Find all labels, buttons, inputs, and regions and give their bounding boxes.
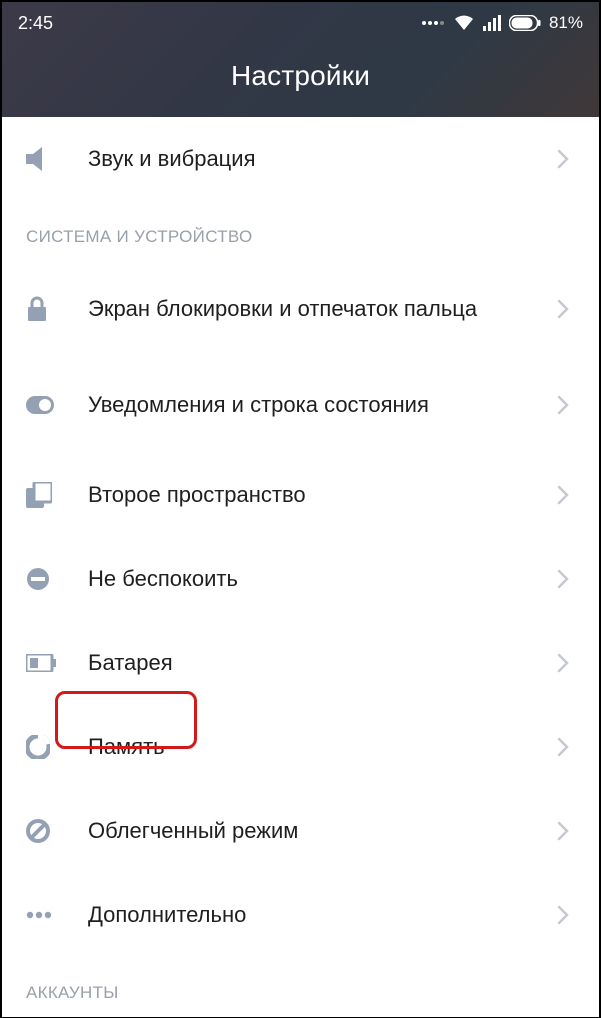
row-label: Облегченный режим — [70, 817, 551, 845]
wifi-icon — [453, 15, 475, 31]
settings-list[interactable]: Звук и вибрация СИСТЕМА И УСТРОЙСТВО Экр… — [2, 117, 599, 1017]
chevron-right-icon — [551, 485, 575, 505]
row-label: Не беспокоить — [70, 565, 551, 593]
chevron-right-icon — [551, 149, 575, 169]
section-system-device: СИСТЕМА И УСТРОЙСТВО — [2, 201, 599, 261]
battery-percent: 81% — [549, 13, 583, 33]
row-label: Экран блокировки и отпечаток пальца — [70, 295, 551, 323]
blocked-icon — [26, 819, 70, 843]
chevron-right-icon — [551, 653, 575, 673]
toggle-icon — [26, 396, 70, 414]
row-battery[interactable]: Батарея — [2, 621, 599, 705]
row-additional[interactable]: Дополнительно — [2, 873, 599, 957]
status-right: 81% — [421, 13, 583, 33]
second-space-icon — [26, 482, 70, 508]
row-label: Память — [70, 733, 551, 761]
section-accounts: АККАУНТЫ — [2, 957, 599, 1017]
row-sound-vibration[interactable]: Звук и вибрация — [2, 117, 599, 201]
settings-header: 2:45 — [2, 2, 599, 117]
chevron-right-icon — [551, 905, 575, 925]
chevron-right-icon — [551, 395, 575, 415]
battery-icon — [509, 15, 541, 31]
row-label: Батарея — [70, 649, 551, 677]
title-bar: Настройки — [2, 36, 599, 116]
cellular-dots-icon — [421, 16, 445, 30]
row-do-not-disturb[interactable]: Не беспокоить — [2, 537, 599, 621]
lock-icon — [26, 296, 70, 322]
chevron-right-icon — [551, 569, 575, 589]
storage-icon — [26, 735, 70, 759]
page-title: Настройки — [231, 60, 370, 92]
row-label: Дополнительно — [70, 901, 551, 929]
row-lite-mode[interactable]: Облегченный режим — [2, 789, 599, 873]
dnd-icon — [26, 567, 70, 591]
chevron-right-icon — [551, 299, 575, 319]
row-label: Уведомления и строка состояния — [70, 391, 551, 419]
row-label: Звук и вибрация — [70, 145, 551, 173]
row-storage[interactable]: Память — [2, 705, 599, 789]
status-time: 2:45 — [18, 13, 53, 34]
row-notifications-statusbar[interactable]: Уведомления и строка состояния — [2, 357, 599, 453]
volume-icon — [26, 147, 70, 171]
row-label: Второе пространство — [70, 481, 551, 509]
row-second-space[interactable]: Второе пространство — [2, 453, 599, 537]
more-icon — [26, 911, 70, 919]
row-lockscreen-fingerprint[interactable]: Экран блокировки и отпечаток пальца — [2, 261, 599, 357]
battery-icon — [26, 654, 70, 672]
chevron-right-icon — [551, 737, 575, 757]
signal-icon — [483, 15, 501, 31]
chevron-right-icon — [551, 821, 575, 841]
status-bar: 2:45 — [2, 2, 599, 36]
